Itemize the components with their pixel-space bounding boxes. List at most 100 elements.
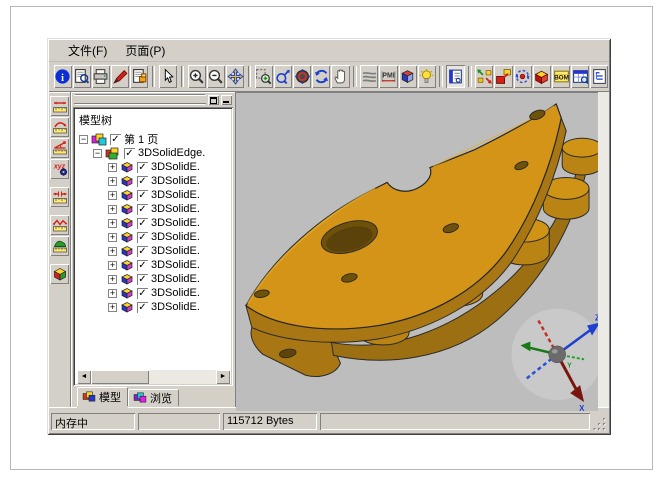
scrollbar-thumb[interactable]	[91, 370, 149, 384]
axis-x-label: X	[579, 404, 585, 411]
viewport-vertical-scrollbar[interactable]	[597, 92, 609, 407]
tree-row-part[interactable]: +✓3DSolidE.	[77, 216, 230, 230]
panel-gripper[interactable]	[73, 93, 233, 106]
tree-row-page[interactable]: − ✓ 第 1 页	[77, 132, 230, 146]
measure-polyline-button[interactable]	[50, 215, 69, 235]
export-button[interactable]	[130, 65, 148, 88]
solid-box-icon	[533, 68, 550, 85]
menu-file[interactable]: 文件(F)	[59, 40, 116, 61]
measure-curve-button[interactable]	[50, 117, 69, 137]
tree-row-part[interactable]: +✓3DSolidE.	[77, 286, 230, 300]
tree-horizontal-scrollbar[interactable]: ◄ ►	[77, 370, 230, 384]
expand-expander[interactable]: +	[108, 219, 117, 228]
rotate-part-button[interactable]	[514, 65, 532, 88]
visibility-checkbox[interactable]: ✓	[137, 218, 148, 229]
rotate-view-button[interactable]	[293, 65, 311, 88]
panel-restore-button[interactable]	[208, 95, 219, 105]
bom-button[interactable]: BOM	[552, 65, 570, 88]
tab-label: 浏览	[150, 390, 172, 406]
tree-row-part[interactable]: + ✓3DSolidE.	[77, 174, 230, 188]
expand-expander[interactable]: +	[108, 275, 117, 284]
printer-icon	[92, 68, 109, 85]
zoom-dynamic-button[interactable]	[274, 65, 292, 88]
measure-area-button[interactable]	[50, 236, 69, 256]
layers-button[interactable]	[360, 65, 378, 88]
explode-button[interactable]	[475, 65, 493, 88]
print-button[interactable]	[92, 65, 110, 88]
zoom-out-button[interactable]	[207, 65, 225, 88]
annotate-button[interactable]	[111, 65, 129, 88]
notebook-button[interactable]	[446, 65, 464, 88]
tree-row-part[interactable]: + ✓3DSolidE.	[77, 160, 230, 174]
expand-expander[interactable]: +	[108, 233, 117, 242]
expand-expander[interactable]: +	[108, 289, 117, 298]
part-cube-icon	[120, 161, 134, 173]
visibility-checkbox[interactable]: ✓	[137, 260, 148, 271]
measure-span-button[interactable]	[50, 187, 69, 207]
collapse-expander[interactable]: −	[93, 149, 102, 158]
info-button[interactable]: i	[54, 65, 72, 88]
expand-expander[interactable]: +	[108, 261, 117, 270]
expand-expander[interactable]: +	[108, 163, 117, 172]
visibility-checkbox[interactable]: ✓	[137, 204, 148, 215]
collapse-expander[interactable]: −	[79, 135, 88, 144]
zoom-in-button[interactable]	[188, 65, 206, 88]
expand-expander[interactable]: +	[108, 247, 117, 256]
tree-row-assembly[interactable]: − ✓ 3DSolidEdge.	[77, 146, 230, 160]
structure-tree-button[interactable]	[590, 65, 608, 88]
menu-page[interactable]: 页面(P)	[116, 40, 174, 61]
tree-row-part[interactable]: +✓3DSolidE.	[77, 202, 230, 216]
expand-expander[interactable]: +	[108, 303, 117, 312]
viewport-3d[interactable]: Z X Y	[235, 92, 597, 407]
print-preview-button[interactable]	[73, 65, 91, 88]
hand-pan-button[interactable]	[331, 65, 349, 88]
tab-browse[interactable]: 浏览	[128, 389, 179, 406]
solid-display-button[interactable]	[533, 65, 551, 88]
tree-row-part[interactable]: +✓3DSolidE.	[77, 188, 230, 202]
visibility-checkbox[interactable]: ✓	[137, 190, 148, 201]
expand-expander[interactable]: +	[108, 177, 117, 186]
tree-row-part[interactable]: +✓3DSolidE.	[77, 300, 230, 314]
move-part-button[interactable]	[494, 65, 512, 88]
gripper-handle[interactable]	[74, 95, 206, 104]
select-button[interactable]	[159, 65, 177, 88]
view-cube-button[interactable]	[399, 65, 417, 88]
visibility-checkbox[interactable]: ✓	[137, 232, 148, 243]
svg-text:i: i	[61, 73, 64, 84]
light-button[interactable]	[418, 65, 436, 88]
expand-expander[interactable]: +	[108, 191, 117, 200]
tree-row-part[interactable]: +✓3DSolidE.	[77, 272, 230, 286]
tree-row-part[interactable]: +✓3DSolidE.	[77, 230, 230, 244]
report-button[interactable]	[571, 65, 589, 88]
resize-grip[interactable]	[593, 416, 607, 432]
scroll-right-button[interactable]: ►	[216, 370, 230, 384]
expand-expander[interactable]: +	[108, 205, 117, 214]
scroll-left-button[interactable]: ◄	[77, 370, 91, 384]
measure-distance-button[interactable]	[50, 96, 69, 116]
panel-minimize-button[interactable]	[221, 95, 232, 105]
visibility-checkbox[interactable]: ✓	[137, 246, 148, 257]
model-tree-box: 模型树 − ✓ 第 1 页 − ✓ 3DSolidEdge. +✓3DS	[73, 107, 233, 386]
tab-model[interactable]: 模型	[77, 387, 128, 406]
zoom-window-button[interactable]	[255, 65, 273, 88]
scrollbar-track[interactable]	[91, 370, 216, 384]
tree-label: 3DSolidE.	[151, 175, 200, 187]
pmi-button[interactable]: PMI	[379, 65, 397, 88]
tree-row-part[interactable]: +✓3DSolidE.	[77, 258, 230, 272]
visibility-checkbox[interactable]: ✓	[137, 274, 148, 285]
visibility-checkbox[interactable]: ✓	[110, 134, 121, 145]
visibility-checkbox[interactable]: ✓	[137, 162, 148, 173]
visibility-checkbox[interactable]: ✓	[137, 288, 148, 299]
measure-coordinate-button[interactable]: xyz	[50, 159, 69, 179]
tree-label: 3DSolidE.	[151, 161, 200, 173]
visibility-checkbox[interactable]: ✓	[137, 302, 148, 313]
tree-row-part[interactable]: +✓3DSolidE.	[77, 244, 230, 258]
visibility-checkbox[interactable]: ✓	[124, 148, 135, 159]
visibility-checkbox[interactable]: ✓	[137, 176, 148, 187]
measure-angle-button[interactable]	[50, 138, 69, 158]
refresh-view-button[interactable]	[312, 65, 330, 88]
measure-volume-button[interactable]	[50, 264, 69, 284]
explode-icon	[476, 68, 493, 85]
pan-button[interactable]	[226, 65, 244, 88]
measure-area-icon	[52, 238, 68, 254]
